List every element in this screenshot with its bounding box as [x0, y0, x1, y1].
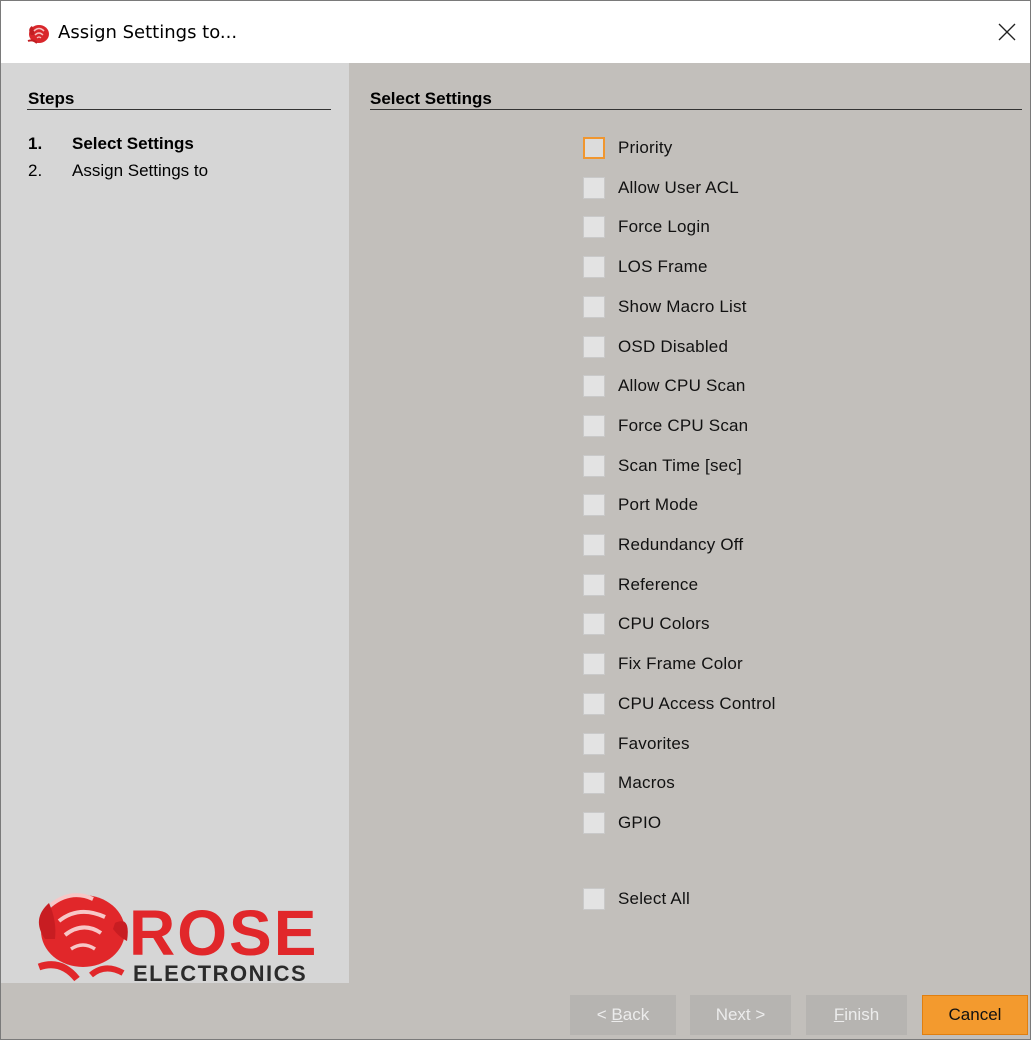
step-number: 1.	[28, 134, 43, 153]
setting-checkbox-allow-cpu-scan[interactable]: Allow CPU Scan	[583, 374, 746, 398]
setting-checkbox-priority[interactable]: Priority	[583, 136, 673, 160]
checkbox-box[interactable]	[583, 137, 605, 159]
window-title: Assign Settings to...	[58, 22, 238, 43]
setting-checkbox-favorites[interactable]: Favorites	[583, 732, 690, 756]
checkbox-label: Scan Time [sec]	[618, 456, 742, 475]
checkbox-box[interactable]	[583, 534, 605, 556]
checkbox-box[interactable]	[583, 812, 605, 834]
checkbox-label: Macros	[618, 773, 675, 792]
finish-rest: inish	[844, 1005, 880, 1024]
rose-flower-icon	[37, 893, 128, 982]
assign-settings-dialog: Assign Settings to... Steps 1. Select Set…	[0, 0, 1031, 1040]
setting-checkbox-show-macro-list[interactable]: Show Macro List	[583, 295, 747, 319]
rose-electronics-logo: ROSE ELECTRONICS	[37, 893, 318, 985]
close-icon	[998, 23, 1016, 41]
back-mnemonic: B	[611, 1005, 623, 1024]
checkbox-box[interactable]	[583, 415, 605, 437]
checkbox-box[interactable]	[583, 772, 605, 794]
back-button[interactable]: < Back	[570, 995, 676, 1035]
steps-panel: Steps 1. Select Settings 2. Assign Setting…	[1, 63, 349, 985]
setting-checkbox-los-frame[interactable]: LOS Frame	[583, 255, 708, 279]
setting-checkbox-port-mode[interactable]: Port Mode	[583, 493, 698, 517]
finish-button[interactable]: Finish	[806, 995, 907, 1035]
checkbox-label: Reference	[618, 575, 699, 594]
checkbox-label: Show Macro List	[618, 297, 747, 316]
rose-logo-icon	[27, 25, 49, 44]
setting-checkbox-reference[interactable]: Reference	[583, 573, 698, 597]
setting-checkbox-allow-user-acl[interactable]: Allow User ACL	[583, 176, 739, 200]
back-prefix: <	[596, 1005, 612, 1024]
finish-mnemonic: F	[833, 1005, 845, 1024]
checkbox-box[interactable]	[583, 216, 605, 238]
step-assign-settings: 2. Assign Settings to	[28, 161, 208, 181]
step-select-settings: 1. Select Settings	[28, 134, 194, 154]
checkbox-box[interactable]	[583, 494, 605, 516]
checkbox-label: Fix Frame Color	[618, 654, 743, 673]
checkbox-label: CPU Colors	[618, 614, 710, 633]
checkbox-label: Port Mode	[618, 495, 699, 514]
step-label: Select Settings	[72, 134, 194, 153]
checkbox-label: Select All	[618, 889, 690, 908]
checkbox-box[interactable]	[583, 653, 605, 675]
checkbox-label: LOS Frame	[618, 257, 708, 276]
title-bar: Assign Settings to...	[1, 1, 1030, 63]
checkbox-label: GPIO	[618, 813, 662, 832]
checkbox-label: Redundancy Off	[618, 535, 744, 554]
settings-divider	[370, 109, 1022, 110]
setting-checkbox-redundancy-off[interactable]: Redundancy Off	[583, 533, 743, 557]
checkbox-box[interactable]	[583, 733, 605, 755]
back-rest: ack	[622, 1005, 650, 1024]
checkbox-box[interactable]	[583, 613, 605, 635]
checkbox-box[interactable]	[583, 177, 605, 199]
checkbox-box[interactable]	[583, 296, 605, 318]
checkbox-box[interactable]	[583, 375, 605, 397]
checkbox-label: Force CPU Scan	[618, 416, 749, 435]
checkbox-box[interactable]	[583, 336, 605, 358]
close-button[interactable]	[984, 1, 1030, 63]
step-label: Assign Settings to	[72, 161, 209, 180]
steps-divider	[27, 109, 331, 110]
setting-checkbox-gpio[interactable]: GPIO	[583, 811, 661, 835]
setting-checkbox-scan-time-sec[interactable]: Scan Time [sec]	[583, 454, 742, 478]
logo-subtitle: ELECTRONICS	[133, 961, 307, 985]
cancel-label: Cancel	[948, 1005, 1002, 1024]
checkbox-label: Allow CPU Scan	[618, 376, 746, 395]
checkbox-label: Force Login	[618, 217, 710, 236]
select-all-checkbox[interactable]: Select All	[583, 887, 690, 911]
setting-checkbox-force-login[interactable]: Force Login	[583, 215, 710, 239]
setting-checkbox-force-cpu-scan[interactable]: Force CPU Scan	[583, 414, 748, 438]
checkbox-box[interactable]	[583, 693, 605, 715]
setting-checkbox-fix-frame-color[interactable]: Fix Frame Color	[583, 652, 743, 676]
settings-heading: Select Settings	[370, 89, 492, 108]
steps-heading: Steps	[28, 89, 75, 108]
checkbox-label: Allow User ACL	[618, 178, 739, 197]
checkbox-label: Priority	[618, 138, 673, 157]
next-button[interactable]: Next >	[690, 995, 791, 1035]
checkbox-box[interactable]	[583, 455, 605, 477]
setting-checkbox-cpu-access-control[interactable]: CPU Access Control	[583, 692, 776, 716]
checkbox-box[interactable]	[583, 888, 605, 910]
setting-checkbox-osd-disabled[interactable]: OSD Disabled	[583, 335, 728, 359]
step-number: 2.	[28, 161, 43, 180]
setting-checkbox-macros[interactable]: Macros	[583, 771, 675, 795]
checkbox-label: OSD Disabled	[618, 337, 729, 356]
setting-checkbox-cpu-colors[interactable]: CPU Colors	[583, 612, 710, 636]
next-label: Next >	[715, 1005, 766, 1024]
cancel-button[interactable]: Cancel	[922, 995, 1028, 1035]
checkbox-label: Favorites	[618, 734, 690, 753]
checkbox-label: CPU Access Control	[618, 694, 776, 713]
checkbox-box[interactable]	[583, 256, 605, 278]
checkbox-box[interactable]	[583, 574, 605, 596]
logo-brand: ROSE	[129, 897, 318, 969]
